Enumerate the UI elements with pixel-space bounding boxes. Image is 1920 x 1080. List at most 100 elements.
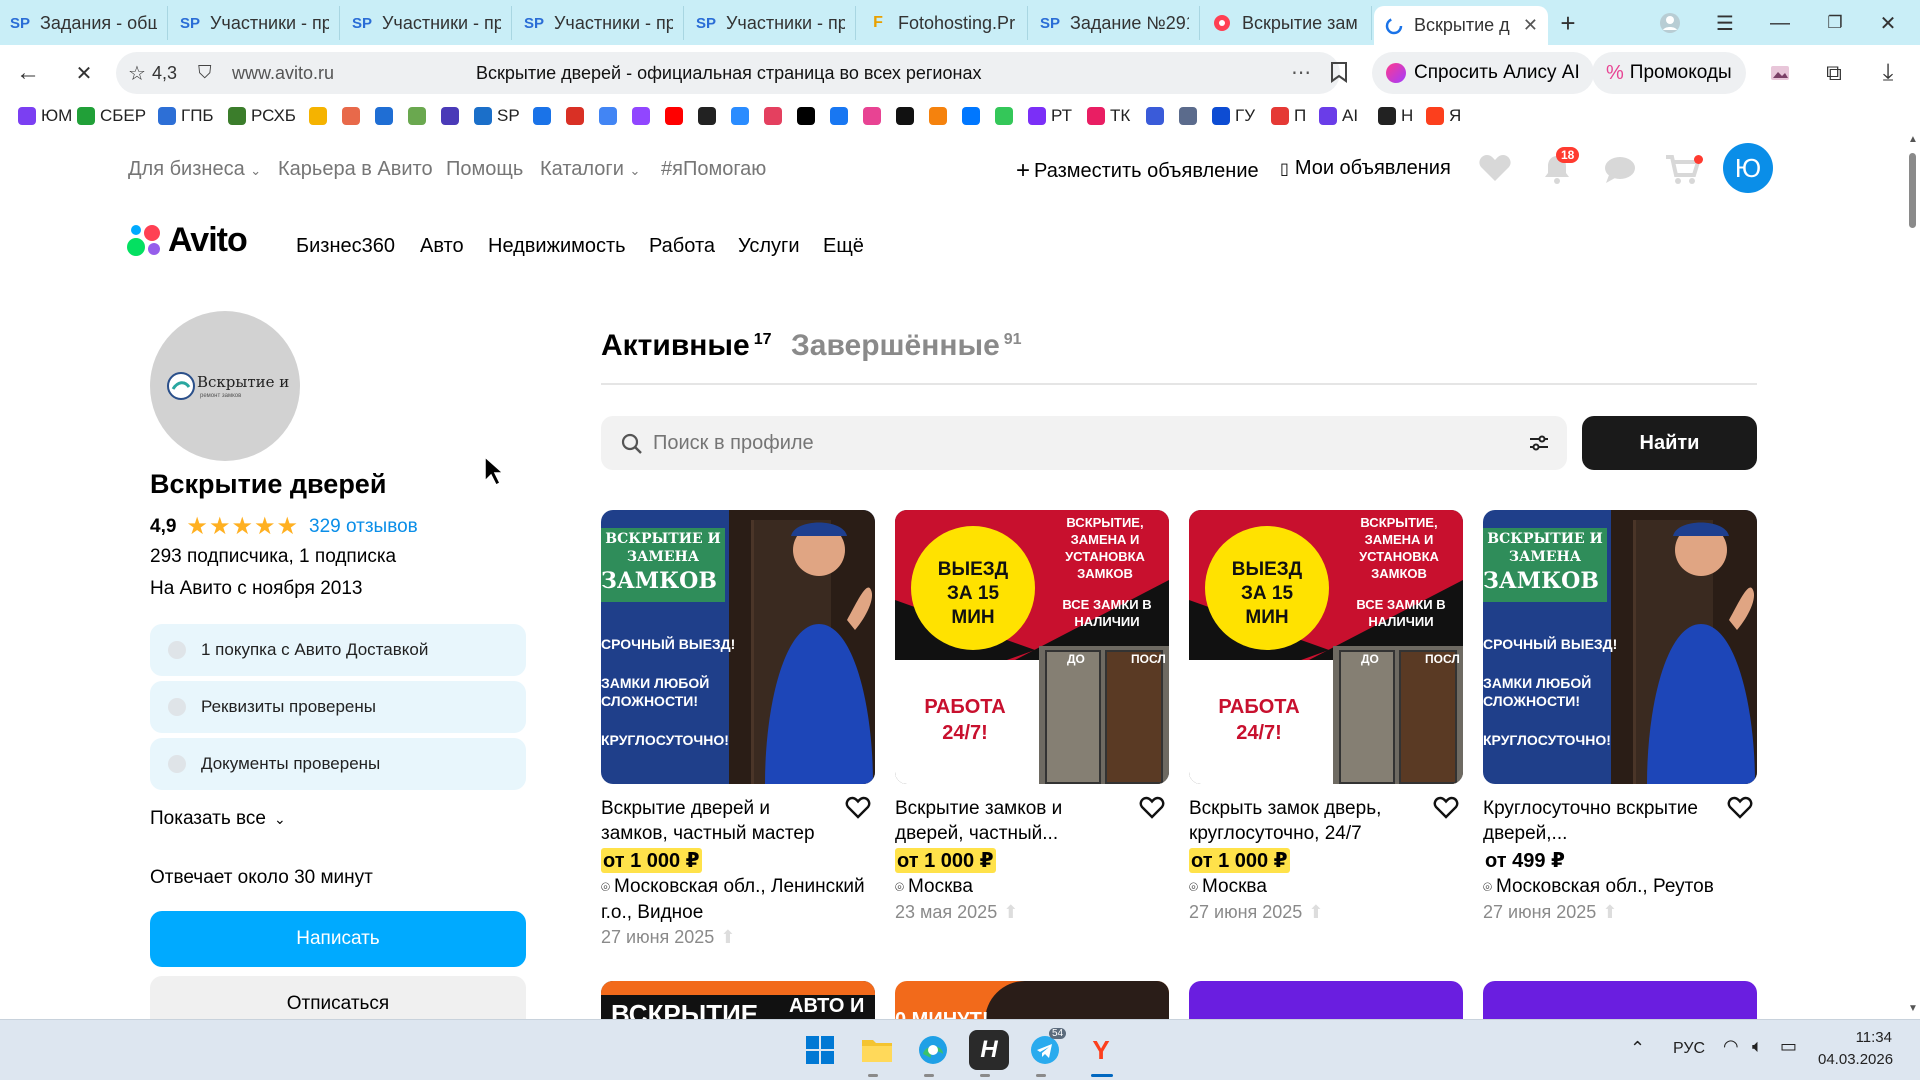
top-link-business[interactable]: Для бизнеса ⌄	[128, 158, 261, 181]
my-ads-link[interactable]: ▯ Мои объявления	[1280, 157, 1451, 180]
listing-image[interactable]: ВЫЕЗД ЗА 15 МИН ВСКРЫТИЕ, ЗАМЕНА И УСТАНО…	[895, 510, 1169, 784]
bookmark-item[interactable]	[599, 103, 622, 129]
extensions-icon[interactable]: ⧉	[1816, 55, 1852, 91]
windows-start-icon[interactable]	[800, 1030, 840, 1070]
browser-tab[interactable]: SP Задания - общ	[0, 6, 168, 40]
heart-icon[interactable]	[1727, 796, 1755, 824]
bookmark-item[interactable]: ТК	[1087, 103, 1130, 129]
bookmark-item[interactable]	[309, 103, 332, 129]
search-input[interactable]	[653, 424, 1493, 462]
volume-icon[interactable]: 🔈︎	[1752, 1036, 1763, 1057]
top-link-help[interactable]: Помощь	[446, 158, 523, 181]
bookmark-item[interactable]	[830, 103, 853, 129]
tray-chevron-up-icon[interactable]: ⌃	[1630, 1038, 1645, 1059]
bookmark-item[interactable]: СБЕР	[77, 103, 146, 129]
new-tab-button[interactable]: +	[1548, 6, 1588, 40]
nav-more[interactable]: Ещё	[823, 235, 864, 258]
write-button[interactable]: Написать	[150, 911, 526, 967]
listing-image[interactable]: ВСКРЫТИЕ И ЗАМЕНА ЗАМКОВ СРОЧНЫЙ ВЫЕЗД! ЗАМ…	[601, 510, 875, 784]
nav-realty[interactable]: Недвижимость	[488, 235, 626, 258]
more-icon[interactable]: ⋯	[1291, 60, 1311, 85]
profile-search-field[interactable]	[601, 416, 1567, 470]
back-icon[interactable]: ←	[10, 55, 46, 91]
scroll-thumb[interactable]	[1909, 153, 1916, 228]
scroll-up-icon[interactable]: ▲	[1908, 134, 1918, 145]
file-explorer-icon[interactable]	[857, 1030, 897, 1070]
wifi-icon[interactable]: ◠	[1723, 1036, 1739, 1057]
bookmark-item[interactable]: РСХБ	[228, 103, 296, 129]
bookmark-item[interactable]	[962, 103, 985, 129]
bookmark-item[interactable]	[665, 103, 688, 129]
bookmark-item[interactable]	[533, 103, 556, 129]
nav-biz360[interactable]: Бизнес360	[296, 235, 395, 258]
avito-logo[interactable]: Avito	[127, 221, 248, 260]
browser-tab[interactable]: Вскрытие зам	[1202, 6, 1372, 40]
nav-jobs[interactable]: Работа	[649, 235, 715, 258]
menu-icon[interactable]: ☰	[1705, 6, 1745, 40]
h-app-icon[interactable]: H	[969, 1030, 1009, 1070]
verification-requisites[interactable]: Реквизиты проверены	[150, 681, 526, 733]
promo-button[interactable]: % Промокоды	[1592, 52, 1746, 94]
bookmark-item[interactable]	[1146, 103, 1169, 129]
bookmark-item[interactable]: Н	[1378, 103, 1413, 129]
listing-card[interactable]: ВЫЕЗД ЗА 15 МИН ВСКРЫТИЕ, ЗАМЕНА И УСТАНО…	[1189, 510, 1463, 922]
bookmark-item[interactable]	[1179, 103, 1202, 129]
image-extension-icon[interactable]	[1762, 55, 1798, 91]
bookmark-item[interactable]: П	[1271, 103, 1306, 129]
bookmark-icon[interactable]	[1330, 61, 1348, 88]
telegram-icon[interactable]: 54	[1025, 1028, 1067, 1070]
user-avatar[interactable]: Ю	[1723, 143, 1773, 193]
browser-tab[interactable]: SP Участники - пр	[686, 6, 856, 40]
reviews-link[interactable]: 329 отзывов	[309, 516, 418, 538]
browser-tab[interactable]: SP Участники - пр	[170, 6, 340, 40]
bookmark-item[interactable]	[698, 103, 721, 129]
listing-card[interactable]: ВЫЕЗД ЗА 15 МИН ВСКРЫТИЕ, ЗАМЕНА И УСТАНО…	[895, 510, 1169, 922]
favorites-icon[interactable]	[1478, 153, 1512, 188]
listing-card[interactable]: ВСКРЫТИЕ И ЗАМЕНА ЗАМКОВ СРОЧНЫЙ ВЫЕЗД! ЗАМ…	[601, 510, 875, 947]
browser-tab[interactable]: F Fotohosting.Pr	[858, 6, 1028, 40]
listing-title[interactable]: Вскрытие дверей и замков, частный мастер	[601, 796, 841, 846]
download-icon[interactable]: ⤓	[1870, 55, 1906, 91]
bookmark-item[interactable]: SP	[474, 103, 520, 129]
profile-icon[interactable]	[1650, 6, 1690, 40]
tab-completed[interactable]: Завершённые 91	[791, 329, 1022, 363]
listing-title[interactable]: Вскрытие замков и дверей, частный...	[895, 796, 1135, 846]
bookmark-item[interactable]	[342, 103, 365, 129]
heart-icon[interactable]	[845, 796, 873, 824]
maximize-icon[interactable]: ❐	[1815, 6, 1855, 40]
scroll-down-icon[interactable]: ▼	[1908, 1003, 1918, 1014]
bookmark-item[interactable]	[764, 103, 787, 129]
listing-card[interactable]: ВСКРЫТИЕ И ЗАМЕНА ЗАМКОВ СРОЧНЫЙ ВЫЕЗД! ЗАМ…	[1483, 510, 1757, 922]
top-link-catalogs[interactable]: Каталоги ⌄	[540, 158, 640, 181]
bookmark-item[interactable]: ГПБ	[158, 103, 214, 129]
nav-services[interactable]: Услуги	[738, 235, 800, 258]
bookmark-item[interactable]	[566, 103, 589, 129]
show-all-link[interactable]: Показать все ⌄	[150, 808, 286, 830]
bookmark-item[interactable]	[797, 103, 820, 129]
listing-image-peek[interactable]: 0 МИНУТ!	[895, 981, 1169, 1019]
listing-image-peek[interactable]	[1189, 981, 1463, 1019]
omnibox[interactable]: ☆ 4,3 ⛉ www.avito.ru Вскрытие дверей - о…	[116, 52, 1347, 94]
verification-delivery[interactable]: 1 покупка с Авито Доставкой	[150, 624, 526, 676]
alice-button[interactable]: Спросить Алису AI	[1372, 52, 1594, 94]
bookmark-item[interactable]: ГУ	[1212, 103, 1255, 129]
verification-documents[interactable]: Документы проверены	[150, 738, 526, 790]
top-link-help-hashtag[interactable]: #яПомогаю	[661, 158, 766, 181]
cart-icon[interactable]	[1664, 153, 1703, 190]
bookmark-item[interactable]	[995, 103, 1018, 129]
battery-icon[interactable]: ▭	[1780, 1036, 1797, 1057]
unsubscribe-button[interactable]: Отписаться	[150, 976, 526, 1019]
listing-image-peek[interactable]	[1483, 981, 1757, 1019]
browser-tab[interactable]: Вскрытие д ✕	[1374, 6, 1548, 45]
find-button[interactable]: Найти	[1582, 416, 1757, 470]
profile-subscribers[interactable]: 293 подписчика, 1 подписка	[150, 546, 396, 568]
bookmark-item[interactable]	[408, 103, 431, 129]
bookmark-item[interactable]: AI	[1319, 103, 1358, 129]
profile-avatar[interactable]: Вскрытие и ремонт замков	[150, 311, 300, 461]
top-link-career[interactable]: Карьера в Авито	[278, 158, 433, 181]
bookmark-item[interactable]	[632, 103, 655, 129]
listing-title[interactable]: Круглосуточно вскрытие дверей,...	[1483, 796, 1723, 846]
bookmark-item[interactable]	[863, 103, 886, 129]
filter-icon[interactable]	[1529, 434, 1549, 452]
bookmark-item[interactable]	[441, 103, 464, 129]
